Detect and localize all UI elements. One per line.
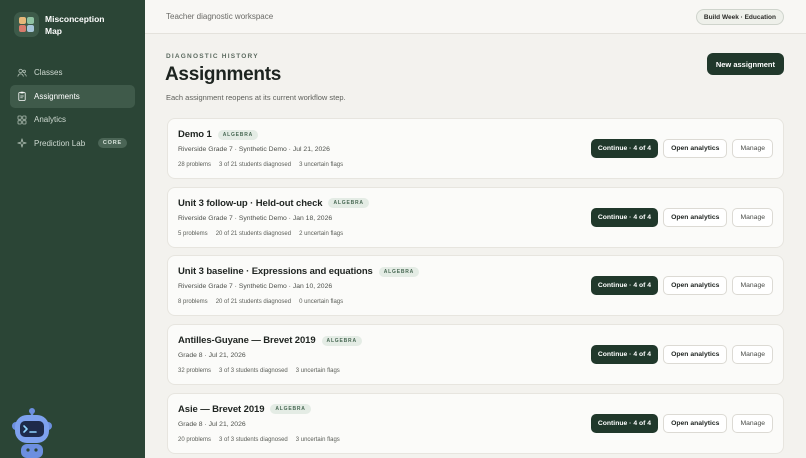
core-badge: CORE: [97, 137, 127, 148]
open-analytics-button[interactable]: Open analytics: [663, 276, 728, 296]
assignment-title[interactable]: Unit 3 follow-up · Held-out check: [178, 198, 323, 209]
app-logo-icon: [14, 12, 39, 37]
assignment-meta: Riverside Grade 7 · Synthetic Demo · Jul…: [178, 146, 330, 153]
diagnosed-count: 3 of 3 students diagnosed: [219, 436, 288, 443]
manage-button[interactable]: Manage: [732, 345, 773, 365]
sidebar-item-prediction-lab[interactable]: Prediction Lab CORE: [10, 132, 135, 155]
uncertain-flags: 3 uncertain flags: [295, 368, 340, 375]
subject-tag: ALGEBRA: [321, 335, 362, 346]
assignment-list: Demo 1 ALGEBRA Riverside Grade 7 · Synth…: [167, 118, 784, 458]
sidebar-item-label: Assignments: [34, 91, 80, 101]
card-actions: Continue · 4 of 4 Open analytics Manage: [590, 413, 773, 433]
continue-button[interactable]: Continue · 4 of 4: [590, 276, 659, 296]
users-icon: [17, 68, 27, 78]
uncertain-flags: 2 uncertain flags: [299, 230, 344, 237]
subject-tag: ALGEBRA: [217, 129, 259, 140]
uncertain-flags: 0 uncertain flags: [299, 299, 344, 306]
problem-count: 28 problems: [178, 162, 212, 168]
page-title: Assignments: [165, 64, 282, 85]
problem-count: 32 problems: [178, 368, 212, 375]
sidebar-item-label: Classes: [34, 68, 63, 77]
sidebar-item-label: Analytics: [34, 115, 67, 124]
diagnosed-count: 3 of 21 students diagnosed: [219, 162, 292, 168]
problem-count: 5 problems: [178, 230, 208, 237]
brand-name-line1: Misconception: [45, 13, 105, 24]
card-actions: Continue · 4 of 4 Open analytics Manage: [590, 139, 773, 158]
subject-tag: ALGEBRA: [378, 266, 420, 277]
clipboard-icon: [17, 91, 27, 101]
event-badge[interactable]: Build Week · Education: [695, 9, 784, 25]
main-content: DIAGNOSTIC HISTORY Assignments Each assi…: [145, 34, 806, 458]
open-analytics-button[interactable]: Open analytics: [663, 207, 728, 227]
assignment-title[interactable]: Asie — Brevet 2019: [178, 404, 264, 415]
continue-button[interactable]: Continue · 4 of 4: [590, 345, 659, 365]
assignment-stats: 28 problems 3 of 21 students diagnosed 3…: [178, 162, 351, 168]
sidebar-item-classes[interactable]: Classes: [10, 61, 135, 84]
open-analytics-button[interactable]: Open analytics: [663, 139, 728, 158]
assignment-title[interactable]: Antilles-Guyane — Brevet 2019: [178, 335, 316, 346]
assignment-title[interactable]: Unit 3 baseline · Expressions and equati…: [178, 266, 373, 277]
manage-button[interactable]: Manage: [732, 413, 773, 433]
assignment-card: Antilles-Guyane — Brevet 2019 ALGEBRA Gr…: [167, 324, 784, 386]
assignment-stats: 20 problems 3 of 3 students diagnosed 3 …: [178, 437, 348, 443]
assignment-card: Unit 3 baseline · Expressions and equati…: [167, 255, 784, 317]
assignment-title[interactable]: Demo 1: [178, 129, 212, 140]
uncertain-flags: 3 uncertain flags: [295, 436, 340, 443]
section-eyebrow: DIAGNOSTIC HISTORY: [166, 53, 259, 60]
assignment-meta: Grade 8 · Jul 21, 2026: [178, 420, 246, 428]
manage-button[interactable]: Manage: [732, 276, 773, 296]
assignment-card: Demo 1 ALGEBRA Riverside Grade 7 · Synth…: [167, 118, 784, 179]
diagnosed-count: 20 of 21 students diagnosed: [215, 299, 292, 306]
continue-button[interactable]: Continue · 4 of 4: [590, 413, 659, 433]
subject-tag: ALGEBRA: [270, 404, 311, 415]
page-subtitle: Each assignment reopens at its current w…: [166, 93, 346, 102]
brand-name-line2: Map: [45, 25, 62, 36]
workspace-title: Teacher diagnostic workspace: [166, 12, 274, 21]
card-actions: Continue · 4 of 4 Open analytics Manage: [590, 345, 773, 365]
open-analytics-button[interactable]: Open analytics: [663, 345, 728, 365]
robot-mascot-icon: [8, 406, 56, 458]
continue-button[interactable]: Continue · 4 of 4: [590, 139, 659, 158]
continue-button[interactable]: Continue · 4 of 4: [590, 207, 659, 227]
topbar: Teacher diagnostic workspace Build Week …: [145, 0, 806, 34]
brand[interactable]: Misconception Map: [14, 12, 105, 37]
diagnosed-count: 3 of 3 students diagnosed: [219, 368, 288, 375]
assignment-meta: Riverside Grade 7 · Synthetic Demo · Jan…: [178, 283, 333, 291]
sidebar-item-label: Prediction Lab: [34, 138, 86, 148]
subject-tag: ALGEBRA: [328, 198, 369, 209]
problem-count: 8 problems: [178, 299, 208, 306]
sidebar-nav: Classes Assignments Analytics Prediction…: [10, 61, 135, 155]
diagnosed-count: 20 of 21 students diagnosed: [215, 230, 292, 237]
card-actions: Continue · 4 of 4 Open analytics Manage: [590, 207, 773, 227]
manage-button[interactable]: Manage: [732, 207, 773, 227]
new-assignment-button[interactable]: New assignment: [706, 53, 784, 75]
assignment-stats: 8 problems 20 of 21 students diagnosed 0…: [178, 299, 351, 305]
sparkle-icon: [17, 138, 27, 148]
problem-count: 20 problems: [178, 436, 212, 443]
card-actions: Continue · 4 of 4 Open analytics Manage: [590, 276, 773, 296]
assignment-meta: Grade 8 · Jul 21, 2026: [178, 352, 246, 360]
sidebar-item-analytics[interactable]: Analytics: [10, 108, 135, 131]
assignment-stats: 32 problems 3 of 3 students diagnosed 3 …: [178, 368, 348, 374]
assignment-card: Asie — Brevet 2019 ALGEBRA Grade 8 · Jul…: [167, 392, 784, 454]
manage-button[interactable]: Manage: [732, 139, 773, 158]
grid-icon: [17, 115, 27, 125]
uncertain-flags: 3 uncertain flags: [299, 162, 344, 168]
assignment-card: Unit 3 follow-up · Held-out check ALGEBR…: [167, 186, 784, 248]
open-analytics-button[interactable]: Open analytics: [663, 413, 728, 433]
sidebar-item-assignments[interactable]: Assignments: [10, 84, 135, 108]
assignment-meta: Riverside Grade 7 · Synthetic Demo · Jan…: [178, 214, 333, 222]
assignment-stats: 5 problems 20 of 21 students diagnosed 2…: [178, 231, 351, 237]
sidebar: Misconception Map Classes Assignments An…: [0, 0, 145, 458]
